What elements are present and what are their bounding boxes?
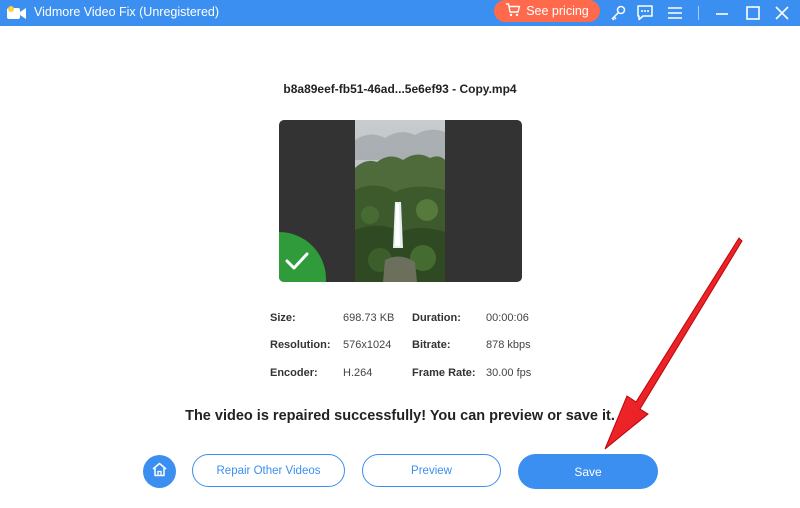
size-value: 698.73 KB — [343, 312, 395, 324]
file-name: b8a89eef-fb51-46ad...5e6ef93 - Copy.mp4 — [283, 82, 517, 96]
window-title: Vidmore Video Fix (Unregistered) — [34, 5, 220, 19]
save-button[interactable]: Save — [518, 454, 658, 489]
feedback-icon[interactable] — [635, 3, 655, 23]
bitrate-label: Bitrate: — [412, 339, 451, 351]
maximize-icon[interactable] — [743, 3, 763, 23]
size-label: Size: — [270, 312, 296, 324]
duration-label: Duration: — [412, 312, 461, 324]
title-bar: Vidmore Video Fix (Unregistered) See pri… — [0, 0, 800, 26]
home-icon — [151, 461, 168, 483]
video-thumbnail[interactable] — [279, 120, 522, 282]
cart-icon — [505, 2, 521, 20]
titlebar-divider — [698, 6, 699, 20]
minimize-icon[interactable] — [712, 3, 732, 23]
see-pricing-button[interactable]: See pricing — [494, 0, 600, 22]
framerate-label: Frame Rate: — [412, 367, 476, 379]
preview-button[interactable]: Preview — [362, 454, 501, 487]
close-icon[interactable] — [772, 3, 792, 23]
success-message: The video is repaired successfully! You … — [185, 408, 615, 424]
framerate-value: 30.00 fps — [486, 367, 532, 379]
video-frame-image — [355, 120, 445, 282]
menu-icon[interactable] — [665, 3, 685, 23]
resolution-label: Resolution: — [270, 339, 331, 351]
key-icon[interactable] — [608, 3, 628, 23]
duration-value: 00:00:06 — [486, 312, 529, 324]
bitrate-value: 878 kbps — [486, 339, 531, 351]
encoder-value: H.264 — [343, 367, 373, 379]
checkmark-icon — [285, 252, 309, 270]
encoder-label: Encoder: — [270, 367, 318, 379]
app-logo-icon — [6, 4, 28, 22]
repair-other-videos-button[interactable]: Repair Other Videos — [192, 454, 345, 487]
see-pricing-label: See pricing — [526, 4, 589, 18]
resolution-value: 576x1024 — [343, 339, 392, 351]
home-button[interactable] — [143, 455, 176, 488]
video-info: Size: 698.73 KB Duration: 00:00:06 Resol… — [270, 312, 570, 382]
